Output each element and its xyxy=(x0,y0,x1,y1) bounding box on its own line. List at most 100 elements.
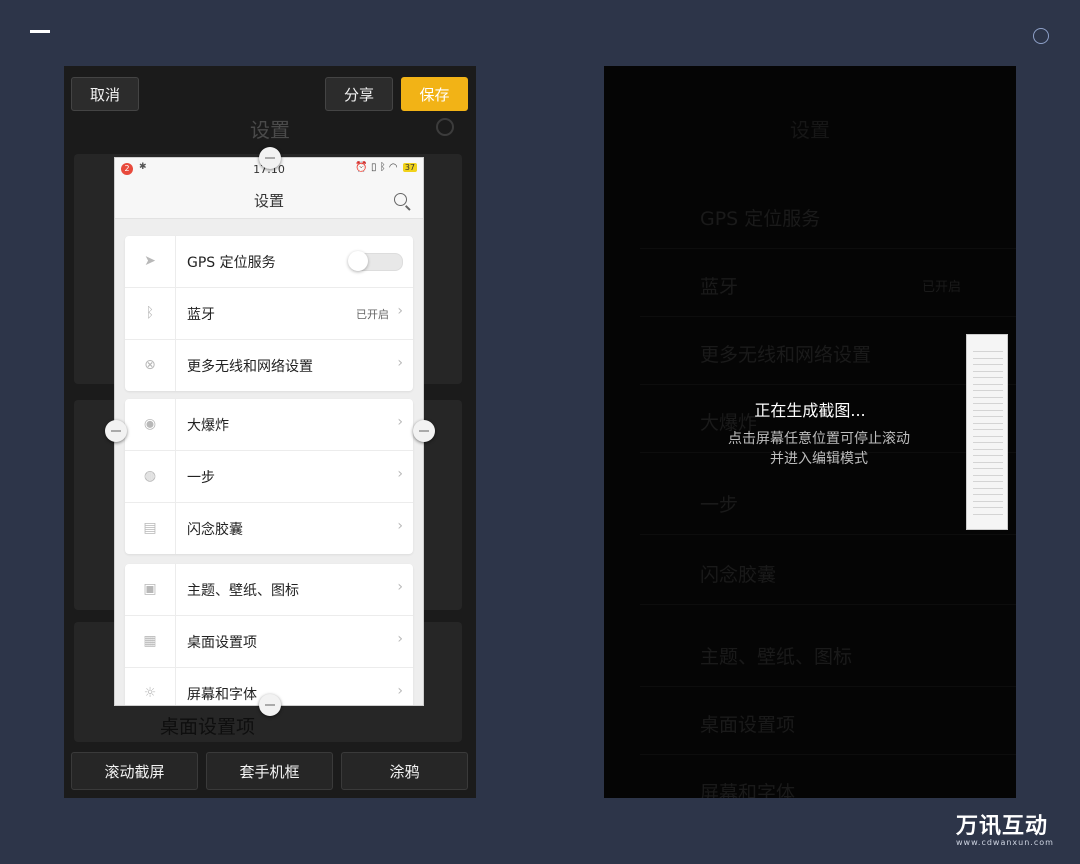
settings-row[interactable]: ᛒ 蓝牙 已开启 › xyxy=(125,288,413,340)
thumbnail-row-line xyxy=(973,390,1003,391)
thumbnail-row-line xyxy=(973,442,1003,443)
cancel-button[interactable]: 取消 xyxy=(71,77,139,111)
background-row-label: 桌面设置项 xyxy=(160,716,256,738)
editor-top-bar: 取消 分享 保存 xyxy=(64,66,476,122)
settings-row-label: GPS 定位服务 xyxy=(187,255,276,271)
settings-row[interactable]: ▤ 闪念胶囊 › xyxy=(125,503,413,554)
dimmed-settings-item: 蓝牙 xyxy=(700,276,739,298)
bluetooth-status-icon: ᛒ xyxy=(379,162,386,173)
settings-row[interactable]: ◉ 大爆炸 › xyxy=(125,399,413,451)
thumbnail-row-line xyxy=(973,429,1003,430)
scroll-hint-line: 并进入编辑模式 xyxy=(770,451,868,467)
row-divider xyxy=(640,754,1016,755)
network-icon: ⊗ xyxy=(125,340,176,391)
settings-row[interactable]: ⊗ 更多无线和网络设置 › xyxy=(125,340,413,391)
logo-url: www.cdwanxun.com xyxy=(956,838,1054,847)
screenshot-thumbnail[interactable] xyxy=(966,334,1008,530)
right-phone-screen[interactable]: 设置 GPS 定位服务 蓝牙 更多无线和网络设置 大爆炸 一步 闪念胶囊 主题、壁纸、图标桌… xyxy=(604,66,1016,798)
thumbnail-row-line xyxy=(973,416,1003,417)
doodle-button[interactable]: 涂鸦 xyxy=(341,752,468,790)
wifi-icon: ◠ xyxy=(388,162,398,173)
page-title: 设置 xyxy=(253,192,284,210)
settings-row-label: 大爆炸 xyxy=(187,418,229,434)
brightness-icon: ☼ xyxy=(125,668,176,705)
settings-row[interactable]: ➤ GPS 定位服务 xyxy=(125,236,413,288)
settings-row[interactable]: ▣ 主题、壁纸、图标 › xyxy=(125,564,413,616)
save-button[interactable]: 保存 xyxy=(401,77,468,111)
thumbnail-row-line xyxy=(973,448,1003,450)
left-crop-handle[interactable] xyxy=(105,420,127,442)
settings-row[interactable]: ◍ 一步 › xyxy=(125,451,413,503)
brand-logo: 万讯互动 www.cdwanxun.com xyxy=(956,808,1054,847)
alarm-icon: ⏰ xyxy=(355,162,368,173)
thumbnail-row-line xyxy=(973,513,1003,515)
scroll-hint-line: 点击屏幕任意位置可停止滚动 xyxy=(728,431,910,447)
row-divider xyxy=(640,534,1016,535)
screenshot-preview[interactable]: 2 ✱ 17:10 ⏰ ▯ ᛒ ◠ 37 设置 ➤ GPS 定位服务 ᛒ 蓝牙 已开启 ›… xyxy=(114,157,424,706)
settings-row-label: 闪念胶囊 xyxy=(187,522,243,538)
settings-card: ➤ GPS 定位服务 ᛒ 蓝牙 已开启 › ⊗ 更多无线和网络设置 › xyxy=(125,236,413,391)
dimmed-settings-item: GPS 定位服务 xyxy=(700,208,821,230)
location-arrow-icon: ➤ xyxy=(125,236,176,287)
bottom-crop-handle[interactable] xyxy=(259,694,281,716)
thumbnail-row-line xyxy=(973,422,1003,424)
chevron-right-icon: › xyxy=(397,355,403,371)
thumbnail-row-line xyxy=(973,500,1003,502)
settings-row-value: 已开启 xyxy=(356,308,389,321)
dimmed-settings-item: 一步 xyxy=(700,494,739,516)
status-icons: ⏰ ▯ ᛒ ◠ 37 xyxy=(355,162,417,173)
top-crop-handle[interactable] xyxy=(259,147,281,169)
settings-row-label: 蓝牙 xyxy=(187,307,215,323)
chevron-right-icon: › xyxy=(397,631,403,647)
thumbnail-row-line xyxy=(973,474,1003,476)
dimmed-settings-item: 桌面设置项 xyxy=(700,714,796,736)
dimmed-settings-item: 闪念胶囊 xyxy=(700,564,777,586)
thumbnail-row-line xyxy=(973,351,1003,352)
generating-status-text: 正在生成截图... xyxy=(754,401,866,420)
settings-card: ◉ 大爆炸 › ◍ 一步 › ▤ 闪念胶囊 › xyxy=(125,399,413,554)
row-divider xyxy=(640,248,1016,249)
corner-dash-mark xyxy=(30,30,50,33)
left-phone-screen: 设置 桌面设置项 取消 分享 保存 2 ✱ 17:10 ⏰ ▯ ᛒ ◠ 37 设… xyxy=(64,66,476,798)
logo-text: 万讯互动 xyxy=(956,814,1049,839)
chevron-right-icon: › xyxy=(397,579,403,595)
thumbnail-row-line xyxy=(973,409,1003,411)
capsule-icon: ▤ xyxy=(125,503,176,554)
chevron-right-icon: › xyxy=(397,414,403,430)
thumbnail-row-line xyxy=(973,468,1003,469)
dimmed-settings-item: 屏幕和字体 xyxy=(700,782,796,798)
dimmed-settings-item: 更多无线和网络设置 xyxy=(700,344,872,366)
scroll-screenshot-button[interactable]: 滚动截屏 xyxy=(71,752,198,790)
battery-icon: 37 xyxy=(402,163,417,172)
search-icon[interactable] xyxy=(394,193,407,206)
row-divider xyxy=(640,384,1016,385)
settings-row-label: 更多无线和网络设置 xyxy=(187,359,313,375)
vibrate-icon: ▯ xyxy=(371,162,377,173)
big-bang-icon: ◉ xyxy=(125,399,176,450)
thumbnail-row-line xyxy=(973,364,1003,365)
thumbnail-row-line xyxy=(973,507,1003,508)
thumbnail-row-line xyxy=(973,357,1003,359)
one-step-icon: ◍ xyxy=(125,451,176,502)
phone-frame-button[interactable]: 套手机框 xyxy=(206,752,333,790)
thumbnail-row-line xyxy=(973,487,1003,489)
row-divider xyxy=(640,316,1016,317)
thumbnail-row-line xyxy=(973,396,1003,398)
right-crop-handle[interactable] xyxy=(413,420,435,442)
dimmed-settings-item: 主题、壁纸、图标 xyxy=(700,646,853,668)
circle-indicator-icon xyxy=(1033,28,1049,44)
settings-row-label: 主题、壁纸、图标 xyxy=(187,583,299,599)
thumbnail-row-line xyxy=(973,481,1003,482)
thumbnail-row-line xyxy=(973,461,1003,463)
settings-row-label: 屏幕和字体 xyxy=(187,687,257,703)
chevron-right-icon: › xyxy=(397,303,403,319)
share-button[interactable]: 分享 xyxy=(325,77,393,111)
scroll-hint: 点击屏幕任意位置可停止滚动 并进入编辑模式 xyxy=(604,429,1016,469)
thumbnail-row-line xyxy=(973,494,1003,495)
settings-row[interactable]: ▦ 桌面设置项 › xyxy=(125,616,413,668)
chevron-right-icon: › xyxy=(397,518,403,534)
thumbnail-row-line xyxy=(973,455,1003,456)
thumbnail-row-line xyxy=(973,403,1003,404)
chevron-right-icon: › xyxy=(397,683,403,699)
gps-toggle[interactable] xyxy=(348,251,403,271)
